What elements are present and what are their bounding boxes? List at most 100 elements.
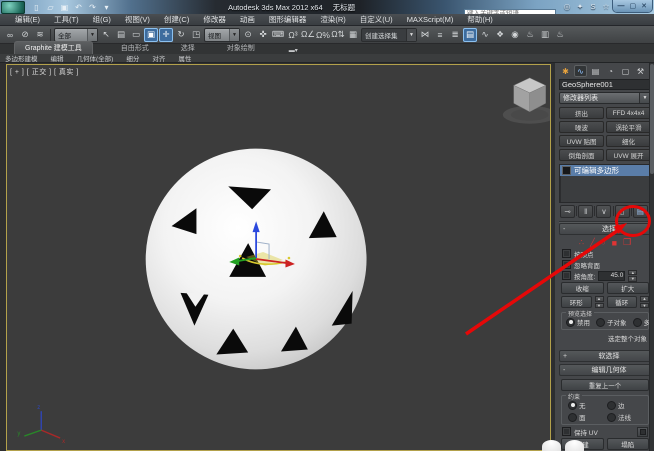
menu-create[interactable]: 创建(C) bbox=[157, 14, 196, 25]
close-button[interactable]: ✕ bbox=[641, 3, 647, 10]
modifier-button-turbosmooth[interactable]: 涡轮平滑 bbox=[606, 121, 651, 134]
menu-group[interactable]: 组(G) bbox=[86, 14, 118, 25]
menu-edit[interactable]: 编辑(E) bbox=[8, 14, 47, 25]
selection-rollout-header[interactable]: - 选择 bbox=[559, 223, 651, 236]
viewcube[interactable] bbox=[502, 77, 550, 124]
angle-spinner[interactable]: ▲ ▼ bbox=[628, 269, 638, 282]
configure-modifier-sets-icon[interactable]: ▤ bbox=[632, 204, 648, 218]
by-angle-checkbox[interactable] bbox=[562, 271, 571, 281]
rect-selection-region-icon[interactable]: ▭ bbox=[129, 28, 143, 42]
reference-coordinate-dropdown[interactable]: 视图 ▼ bbox=[204, 27, 240, 42]
schematic-view-icon[interactable]: ❖ bbox=[493, 28, 507, 42]
menu-modifiers[interactable]: 修改器 bbox=[196, 14, 233, 25]
render-production-icon[interactable]: ♨ bbox=[553, 28, 567, 42]
select-and-scale-icon[interactable]: ◳ bbox=[189, 28, 203, 42]
select-and-link-icon[interactable]: ∞ bbox=[3, 28, 17, 42]
align-icon[interactable]: ≡ bbox=[433, 28, 447, 42]
ribbon-tab-object-paint[interactable]: 对象绘制 bbox=[223, 42, 259, 54]
by-vertex-checkbox[interactable] bbox=[562, 249, 571, 259]
constraint-option-normal[interactable]: 法线 bbox=[607, 412, 642, 422]
ribbon-panel-align[interactable]: 对齐 bbox=[152, 53, 165, 63]
select-object-icon[interactable]: ↖ bbox=[99, 28, 113, 42]
minimize-button[interactable]: — bbox=[618, 3, 625, 10]
angle-snap-icon[interactable]: Ω∠ bbox=[301, 28, 315, 42]
preview-option-subobj[interactable]: 子对象 bbox=[596, 317, 627, 327]
radio-button[interactable] bbox=[607, 400, 616, 410]
ribbon-toggle-icon[interactable]: ▤ bbox=[463, 27, 477, 42]
application-menu-button[interactable] bbox=[1, 0, 25, 14]
select-and-manipulate-icon[interactable]: ✜ bbox=[256, 28, 270, 42]
radio-button[interactable] bbox=[568, 400, 577, 410]
object-name-field[interactable] bbox=[559, 79, 654, 90]
menu-customize[interactable]: 自定义(U) bbox=[353, 14, 400, 25]
preserve-uv-settings-button[interactable] bbox=[637, 426, 648, 437]
constraint-option-none[interactable]: 无 bbox=[568, 400, 603, 410]
render-setup-icon[interactable]: ♨ bbox=[523, 28, 537, 42]
favorites-star-icon[interactable]: ☆ bbox=[601, 1, 611, 12]
modify-tab[interactable]: ∿ bbox=[574, 65, 587, 77]
hierarchy-tab[interactable]: ▤ bbox=[589, 65, 602, 77]
pin-stack-icon[interactable]: ⊸ bbox=[560, 204, 575, 218]
ribbon-panel-edit[interactable]: 编辑 bbox=[51, 53, 64, 63]
bind-to-space-warp-icon[interactable]: ≋ bbox=[33, 28, 47, 42]
angle-value-field[interactable]: 45.0 bbox=[598, 270, 626, 281]
ribbon-panel-properties[interactable]: 属性 bbox=[178, 53, 191, 63]
viewport-label[interactable]: [ + ] [ 正交 ] [ 真实 ] bbox=[10, 67, 79, 77]
chevron-down-icon[interactable]: ▼ bbox=[406, 28, 416, 41]
menu-animation[interactable]: 动画 bbox=[233, 14, 262, 25]
rollout-expand-icon[interactable]: + bbox=[563, 353, 571, 360]
chevron-down-icon[interactable]: ▼ bbox=[229, 28, 239, 41]
utilities-tab[interactable]: ⚒ bbox=[634, 65, 647, 77]
curve-editor-icon[interactable]: ∿ bbox=[478, 28, 492, 42]
rollout-collapse-icon[interactable]: - bbox=[563, 226, 571, 233]
constraint-option-face[interactable]: 面 bbox=[568, 412, 603, 422]
create-tab[interactable]: ✱ bbox=[559, 65, 572, 77]
menu-help[interactable]: 帮助(H) bbox=[460, 14, 499, 25]
make-unique-icon[interactable]: ∨ bbox=[596, 204, 612, 218]
maximize-button[interactable]: ▢ bbox=[630, 3, 637, 10]
menu-tools[interactable]: 工具(T) bbox=[47, 14, 86, 25]
modifier-button-bevel-profile[interactable]: 倒角剖面 bbox=[559, 149, 604, 162]
ring-spinner[interactable]: ▲ ▼ bbox=[594, 296, 604, 309]
preview-option-disable[interactable]: 禁用 bbox=[566, 317, 590, 327]
mirror-icon[interactable]: ⋈ bbox=[418, 28, 432, 42]
display-tab[interactable]: ▢ bbox=[619, 65, 632, 77]
named-selection-sets-dropdown[interactable]: 创建选择集 ▼ bbox=[361, 27, 417, 42]
selection-filter-dropdown[interactable]: 全部 ▼ bbox=[54, 27, 98, 42]
loop-spinner[interactable]: ▲ ▼ bbox=[640, 296, 649, 309]
rollout-collapse-icon[interactable]: - bbox=[563, 367, 571, 374]
element-subobject-icon[interactable]: ❒ bbox=[623, 237, 631, 248]
ribbon-minimize-icon[interactable]: ▬▾ bbox=[289, 47, 298, 54]
menu-maxscript[interactable]: MAXScript(M) bbox=[400, 15, 461, 24]
redo-icon[interactable]: ↷ bbox=[87, 2, 98, 13]
radio-button[interactable] bbox=[632, 317, 642, 327]
ring-button[interactable]: 环形 bbox=[561, 296, 592, 309]
edge-subobject-icon[interactable]: ╱ bbox=[590, 238, 595, 247]
stack-item-editable-poly[interactable]: 可编辑多边形 bbox=[560, 165, 650, 177]
rendered-frame-icon[interactable]: ▥ bbox=[538, 28, 552, 42]
use-pivot-center-icon[interactable]: ⊙ bbox=[241, 28, 255, 42]
ribbon-panel-poly-modeling[interactable]: 多边形建模 bbox=[5, 53, 38, 63]
unlink-selection-icon[interactable]: ⊘ bbox=[18, 28, 32, 42]
repeat-last-button[interactable]: 重复上一个 bbox=[561, 379, 649, 392]
remove-modifier-icon[interactable]: ▯ bbox=[614, 204, 630, 218]
preserve-uv-checkbox[interactable] bbox=[562, 427, 571, 437]
chevron-down-icon[interactable]: ▼ bbox=[87, 28, 97, 41]
modifier-stack-list[interactable]: 可编辑多边形 bbox=[559, 164, 651, 203]
save-file-icon[interactable]: ▣ bbox=[59, 2, 70, 13]
constraint-option-edge[interactable]: 边 bbox=[607, 400, 642, 410]
subscription-icon[interactable]: S bbox=[588, 1, 598, 12]
radio-button[interactable] bbox=[566, 317, 575, 327]
edit-named-sets-icon[interactable]: ▦ bbox=[346, 28, 360, 42]
shrink-button[interactable]: 收缩 bbox=[561, 282, 604, 295]
modifier-list-dropdown[interactable]: 修改器列表 ▼ bbox=[559, 92, 651, 105]
search-icon[interactable]: ◎ bbox=[562, 1, 572, 12]
radio-button[interactable] bbox=[607, 412, 616, 422]
motion-tab[interactable]: ◔ bbox=[604, 65, 617, 77]
material-editor-icon[interactable]: ◉ bbox=[508, 28, 522, 42]
snaps-toggle-icon[interactable]: Ω³ bbox=[286, 28, 300, 42]
modifier-button-noise[interactable]: 噪波 bbox=[559, 121, 604, 134]
scrollbar-thumb[interactable] bbox=[650, 64, 654, 174]
menu-rendering[interactable]: 渲染(R) bbox=[313, 14, 352, 25]
panel-scrollbar[interactable] bbox=[649, 63, 654, 451]
